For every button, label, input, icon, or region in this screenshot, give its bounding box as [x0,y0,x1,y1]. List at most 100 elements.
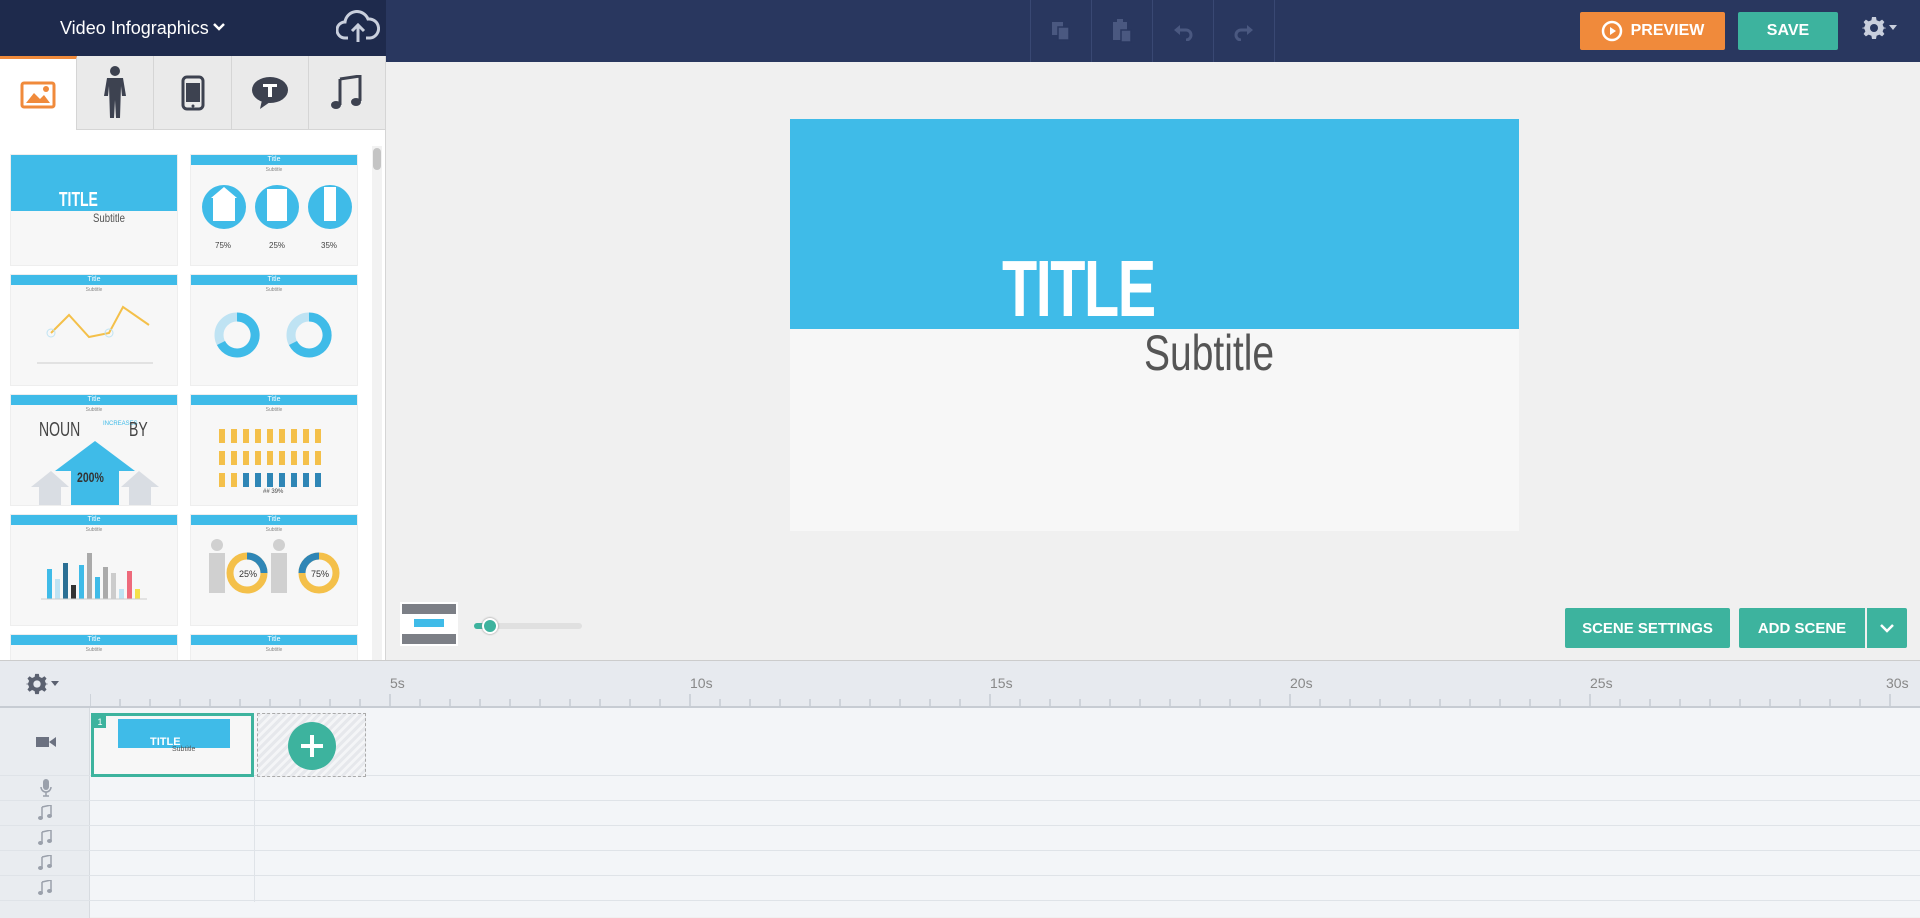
template-thumbnail[interactable]: Title Subtitle [10,274,178,386]
thumbnail-title: Title [87,516,101,523]
donut-charts-graphic [214,312,332,358]
scene-thumbnail-icon [400,602,458,646]
canvas-title[interactable]: TITLE [1002,249,1156,329]
bar-chart-graphic [41,553,147,600]
thumbnail-title: TITLE [59,189,98,211]
ruler-ticks [90,694,1891,706]
plus-icon [301,735,323,757]
voice-track [0,776,1920,801]
track-divider [254,777,255,902]
thumbnail-title: Title [267,636,281,643]
thumbnail-subtitle: Subtitle [265,407,283,413]
top-bar: Video Infographics PREVIEW SAVE [0,0,1920,62]
music-note-icon [330,75,362,109]
chevron-down-icon[interactable] [212,22,226,32]
add-scene-slot[interactable] [257,713,366,777]
preview-button[interactable]: PREVIEW [1580,12,1725,50]
thumbnail-subtitle: Subtitle [85,647,103,653]
timeline: 5s 10s 15s 20s 25s 30s 1 TITLE Subtitle [0,660,1920,918]
tick-label: 20s [1290,675,1313,691]
caret-down-icon [51,681,59,686]
chevron-down-icon [1880,624,1894,633]
thumbnail-text: 200% [77,469,104,485]
scrollbar-thumb[interactable] [373,148,381,170]
project-title[interactable]: Video Infographics [60,18,209,39]
paste-button[interactable] [1092,0,1153,62]
thumbnail-value: 25% [269,241,286,250]
tab-music[interactable] [309,56,387,130]
thumbnail-title: Title [87,636,101,643]
template-thumbnail[interactable]: Title Subtitle 75% 25% 35% [190,154,358,266]
template-thumbnail[interactable]: Title Subtitle [190,634,358,660]
copy-button[interactable] [1031,0,1092,62]
paste-icon [1113,19,1132,43]
timeline-settings-menu[interactable] [26,673,59,695]
redo-button[interactable] [1214,0,1275,62]
tab-devices[interactable] [154,56,232,130]
edit-toolbar [1030,0,1275,62]
thumbnail-caption: ## 39% [263,489,284,495]
tab-characters[interactable] [77,56,155,130]
music-track [0,826,1920,851]
tick-label: 25s [1590,675,1613,691]
line-chart-graphic [37,305,153,364]
save-button[interactable]: SAVE [1738,12,1838,50]
template-thumbnail[interactable]: TITLE Subtitle [10,154,178,266]
gear-icon [26,673,48,695]
music-track [0,876,1920,901]
tab-images[interactable] [0,56,78,130]
thumbnail-subtitle: Subtitle [265,647,283,653]
music-note-icon [38,880,52,895]
template-thumbnail[interactable]: Title Subtitle [10,514,178,626]
tab-text[interactable] [232,56,309,130]
play-icon [1601,20,1622,42]
people-donut-graphic [209,539,340,594]
undo-icon [1174,25,1193,41]
thumbnail-title: Title [267,516,281,523]
template-thumbnail[interactable]: Title Subtitle [190,274,358,386]
template-thumbnail[interactable]: Title Subtitle 25% 75% [190,514,358,626]
video-camera-icon [36,737,56,747]
add-scene-button[interactable]: ADD SCENE [1739,608,1865,648]
template-grid: TITLE Subtitle Title Subtitle 75% 25% 35… [10,154,360,660]
speech-bubble-icon [251,77,288,109]
thumbnail-value: 75% [215,241,232,250]
template-thumbnail[interactable]: Title Subtitle [10,634,178,660]
people-grid-graphic [219,429,321,487]
tick-label: 10s [690,675,713,691]
template-thumbnail[interactable]: Title Subtitle NOUN INCREASES BY 200% [10,394,178,506]
phone-icon [181,75,204,111]
tick-label: 30s [1886,675,1909,691]
thumbnail-subtitle: Subtitle [93,211,126,225]
copy-icon [1052,22,1070,41]
canvas-subtitle[interactable]: Subtitle [1144,325,1274,381]
thumbnail-value: 35% [321,241,338,250]
undo-button[interactable] [1153,0,1214,62]
asset-library: TITLE Subtitle Title Subtitle 75% 25% 35… [0,56,387,660]
image-icon [20,81,56,108]
music-track [0,851,1920,876]
library-scrollbar[interactable] [372,146,382,660]
add-scene-circle-button[interactable] [288,722,336,770]
add-scene-dropdown[interactable] [1867,608,1907,648]
zoom-slider[interactable] [474,618,582,634]
thumbnail-title: Title [87,396,101,403]
thumbnail-title: Title [267,156,281,163]
project-menu[interactable]: Video Infographics [0,0,386,56]
zoom-slider-handle[interactable] [482,618,499,634]
thumbnail-value: 75% [311,569,330,579]
thumbnail-value: 25% [239,569,258,579]
buildings-icon [202,185,352,229]
library-tabs [0,56,387,130]
music-note-icon [38,855,52,870]
scene-clip[interactable]: 1 TITLE Subtitle [91,713,254,777]
settings-menu[interactable] [1862,16,1897,40]
music-note-icon [38,830,52,845]
cloud-upload-icon[interactable] [336,8,380,46]
template-thumbnail[interactable]: Title Subtitle ## 39% [190,394,358,506]
scene-settings-button[interactable]: SCENE SETTINGS [1565,608,1730,648]
timeline-ruler[interactable]: 5s 10s 15s 20s 25s 30s [0,661,1920,708]
tick-label: 5s [390,675,405,691]
thumbnail-title: Title [267,396,281,403]
scene-canvas[interactable]: TITLE Subtitle [790,119,1519,531]
